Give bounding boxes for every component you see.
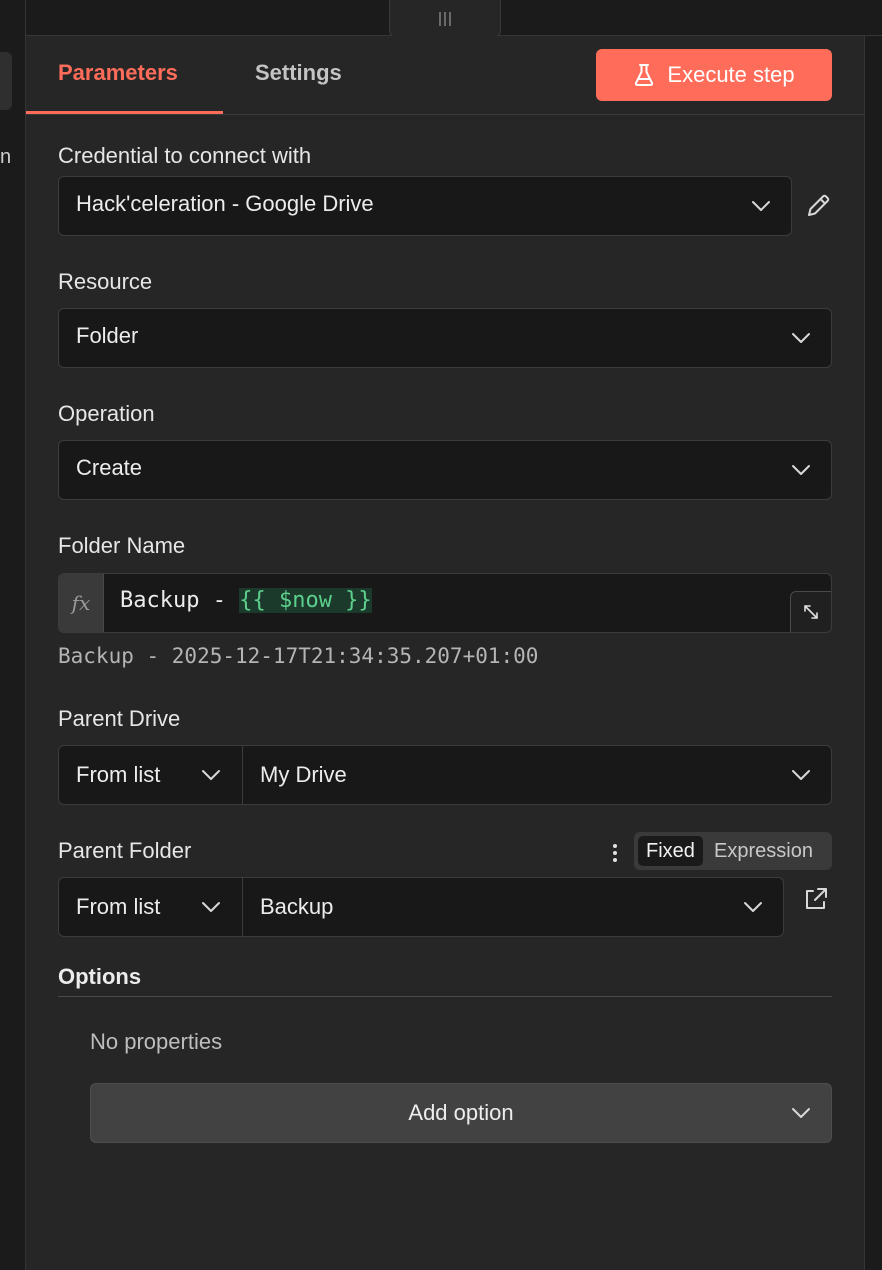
parent-folder-locator: From list Backup [58, 877, 784, 937]
tab-settings[interactable]: Settings [255, 60, 342, 86]
add-option-label: Add option [408, 1100, 514, 1125]
expression-prefix: Backup - [120, 588, 240, 613]
chevron-down-icon [202, 770, 220, 780]
parent-drive-locator: From list My Drive [58, 745, 832, 805]
parent-folder-label: Parent Folder [58, 838, 192, 863]
parent-folder-mode-select[interactable]: From list [59, 878, 243, 936]
node-parameters-panel: Parameters Settings Execute step Credent… [26, 36, 864, 1270]
panel-drag-handle[interactable] [389, 0, 501, 38]
chevron-down-icon [792, 333, 810, 343]
expand-editor-button[interactable] [790, 591, 831, 632]
chevron-down-icon [792, 770, 810, 780]
resource-select[interactable]: Folder [58, 308, 832, 368]
operation-select[interactable]: Create [58, 440, 832, 500]
fx-icon: fx [59, 574, 104, 632]
parent-drive-value: My Drive [260, 762, 347, 787]
operation-label: Operation [58, 401, 155, 426]
fixed-expression-toggle: Fixed Expression [634, 832, 832, 870]
chevron-down-icon [202, 902, 220, 912]
chevron-down-icon [744, 902, 762, 912]
resource-label: Resource [58, 269, 153, 294]
parent-folder-select[interactable]: Backup [243, 878, 783, 936]
toggle-expression[interactable]: Expression [706, 836, 821, 866]
parent-drive-mode-select[interactable]: From list [59, 746, 243, 804]
add-option-button[interactable]: Add option [90, 1083, 832, 1143]
parent-drive-mode-value: From list [76, 762, 161, 787]
folder-name-label: Folder Name [58, 533, 186, 558]
operation-value: Create [76, 455, 143, 480]
parent-folder-value: Backup [260, 894, 334, 919]
parent-drive-select[interactable]: My Drive [243, 746, 831, 804]
expression-result-preview: Backup - 2025-12-17T21:34:35.207+01:00 [58, 644, 539, 668]
expression-text[interactable]: Backup - {{ $now }} [120, 588, 372, 613]
flask-icon [635, 64, 654, 86]
panel-tabs: Parameters Settings Execute step [26, 36, 864, 115]
external-link-icon[interactable] [802, 885, 830, 913]
expand-arrows-icon [804, 605, 818, 619]
toggle-fixed[interactable]: Fixed [638, 836, 703, 866]
folder-name-expression-input[interactable]: fx Backup - {{ $now }} [58, 573, 832, 633]
credential-label: Credential to connect with [58, 143, 312, 168]
tab-parameters[interactable]: Parameters [58, 60, 178, 86]
execute-step-button[interactable]: Execute step [596, 49, 832, 101]
credential-value: Hack'celeration - Google Drive [76, 191, 374, 216]
pencil-icon[interactable] [804, 192, 832, 220]
parent-drive-label: Parent Drive [58, 706, 181, 731]
active-tab-indicator [26, 111, 223, 114]
chevron-down-icon [752, 201, 770, 211]
right-edge-panel [864, 36, 882, 1270]
credential-select[interactable]: Hack'celeration - Google Drive [58, 176, 792, 236]
resource-value: Folder [76, 323, 139, 348]
chevron-down-icon [792, 465, 810, 475]
parent-folder-mode-value: From list [76, 894, 161, 919]
collapsed-panel-tab[interactable] [0, 52, 12, 110]
more-options-icon[interactable] [608, 840, 622, 866]
expression-token: {{ $now }} [239, 588, 372, 613]
cut-off-text: n [0, 146, 12, 168]
execute-step-label: Execute step [667, 62, 795, 87]
options-divider [58, 996, 832, 997]
left-edge-panel: n [0, 0, 26, 1270]
no-properties-text: No properties [90, 1029, 223, 1054]
options-title: Options [58, 964, 142, 989]
chevron-down-icon [792, 1108, 810, 1118]
